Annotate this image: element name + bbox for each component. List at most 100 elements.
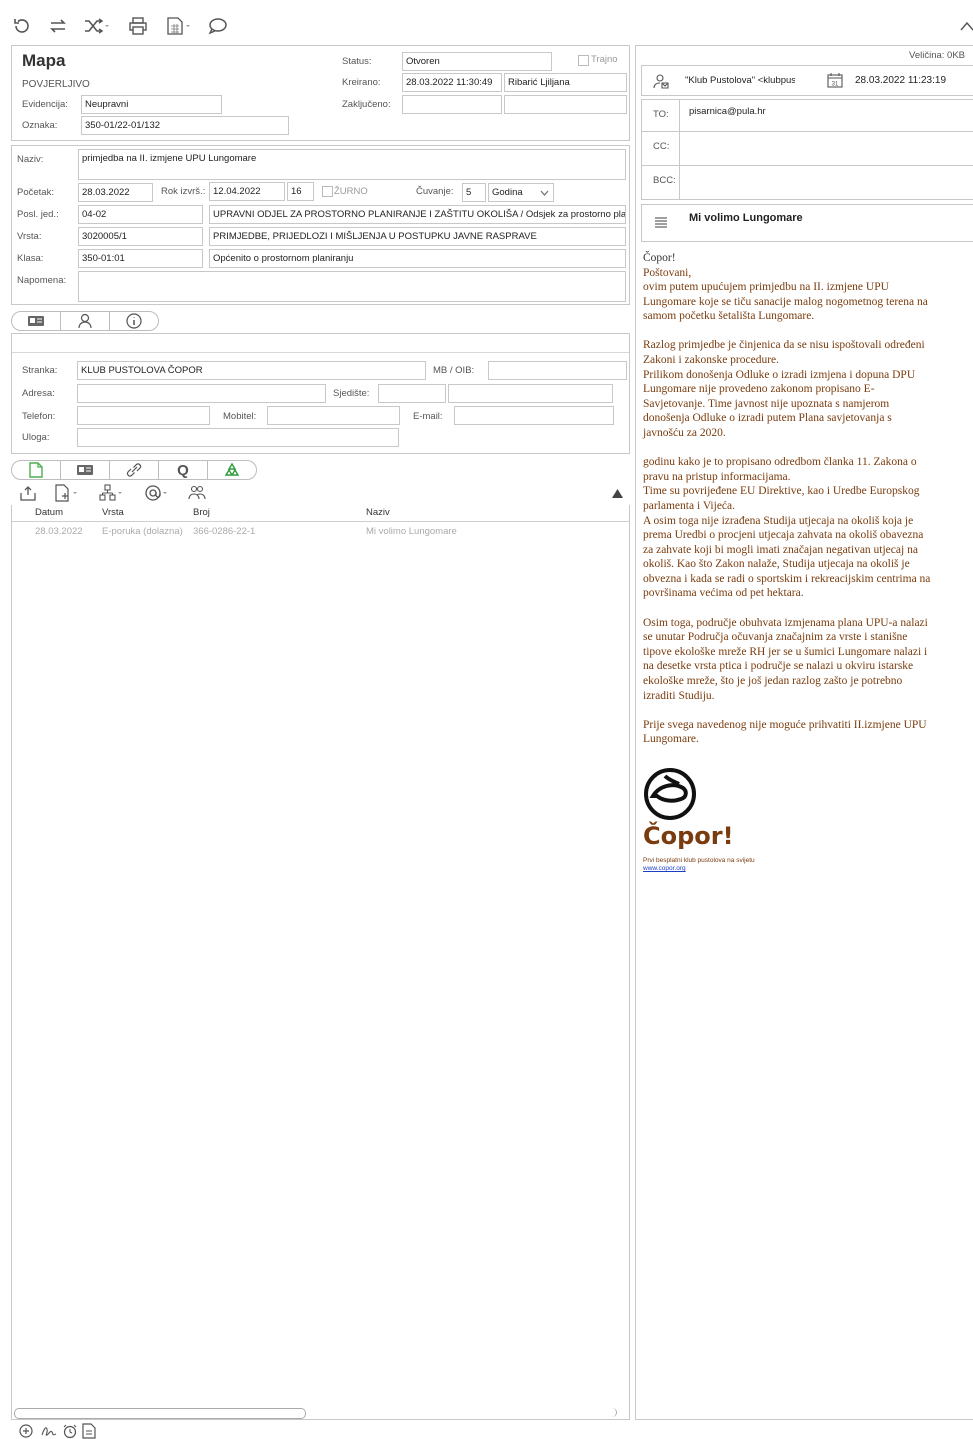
evidencija-field[interactable]: Neupravni (81, 95, 222, 114)
column-datum[interactable]: Datum (12, 505, 102, 521)
body-line: Lungomare nije provedeno zakonom propisa… (643, 383, 875, 396)
print-icon[interactable] (128, 16, 148, 36)
history-icon[interactable] (12, 16, 32, 36)
posl-code-field[interactable]: 04-02 (78, 205, 203, 224)
documents-toolbar (11, 482, 630, 504)
email-at-icon[interactable] (144, 484, 170, 502)
horizontal-scrollbar[interactable] (12, 1407, 617, 1419)
column-vrsta[interactable]: Vrsta (102, 505, 193, 521)
document-tabs: Q (11, 460, 257, 480)
cc-label: CC: (653, 141, 670, 152)
add-circle-icon[interactable] (18, 1423, 34, 1439)
comment-icon[interactable] (208, 17, 228, 35)
body-line: Prije svega navedenog nije moguće prihva… (643, 718, 927, 731)
napomena-field[interactable] (78, 271, 626, 302)
table-header-row: Datum Vrsta Broj Naziv (12, 505, 629, 521)
telefon-field[interactable] (77, 406, 210, 425)
sjediste-field[interactable] (378, 384, 446, 403)
collapse-icon[interactable] (960, 20, 973, 32)
mb-field[interactable] (488, 361, 627, 380)
zurno-checkbox[interactable] (322, 186, 333, 197)
cuvanje-unit-value: Godina (492, 187, 523, 198)
klasa-name-field[interactable]: Općenito o prostornom planiranju (209, 249, 626, 268)
email-from: "Klub Pustolova" <klubpustolova@copor.or… (685, 75, 795, 86)
rok-days-field[interactable]: 16 (287, 182, 314, 201)
posl-name-field[interactable]: UPRAVNI ODJEL ZA PROSTORNO PLANIRANJE I … (209, 205, 626, 224)
tab-doc-search[interactable]: Q (159, 461, 208, 479)
body-line: ovim putem upućujem primjedbu na II. izm… (643, 281, 889, 294)
uloga-field[interactable] (77, 428, 399, 447)
shuffle-icon[interactable] (84, 18, 110, 34)
posl-label: Posl. jed.: (17, 209, 59, 220)
column-naziv[interactable]: Naziv (366, 505, 629, 521)
tree-icon[interactable] (99, 484, 125, 502)
tab-party-info[interactable] (110, 312, 158, 330)
body-line: javnošću za 2020. (643, 427, 726, 440)
add-document-icon[interactable] (19, 485, 37, 501)
cuvanje-unit-select[interactable]: Godina (488, 183, 554, 202)
adresa-field[interactable] (77, 384, 326, 403)
oznaka-field[interactable]: 350-01/22-01/132 (81, 116, 289, 135)
table-icon[interactable] (166, 16, 192, 36)
body-line: tipove ekološke mreže RH jer se u šumici… (643, 645, 928, 658)
sort-up-icon[interactable] (612, 489, 623, 498)
cc-divider (679, 132, 680, 165)
scrollbar-thumb[interactable] (14, 1408, 306, 1419)
table-row[interactable]: 28.03.2022 E-poruka (dolazna) 366-0286-2… (12, 521, 629, 541)
pocetak-field[interactable]: 28.03.2022 (78, 183, 153, 202)
tab-documents[interactable] (12, 461, 61, 479)
main-toolbar (0, 0, 973, 40)
zakljuceno-field[interactable] (402, 95, 502, 114)
signature-link[interactable]: www.copor.org (643, 865, 686, 872)
naziv-field[interactable]: primjedba na II. izmjene UPU Lungomare (78, 149, 626, 180)
page-icon[interactable] (82, 1423, 96, 1439)
zakljuceno-user-field[interactable] (504, 95, 627, 114)
body-paragraph-2: Razlog primjedbe je činjenica da se nisu… (643, 338, 971, 440)
email-field[interactable] (454, 406, 614, 425)
transfer-icon[interactable] (48, 17, 68, 35)
body-line: ekološke mreže, što je još jedan razlog … (643, 674, 903, 687)
vrsta-code-field[interactable]: 3020005/1 (78, 227, 203, 246)
body-line: Savjetovanje. Time javnost nije upoznata… (643, 397, 890, 410)
column-broj[interactable]: Broj (193, 505, 366, 521)
tab-doc-links[interactable] (110, 461, 159, 479)
classification-label: POVJERLJIVO (22, 79, 90, 90)
alarm-clock-icon[interactable] (62, 1423, 78, 1439)
cuvanje-field[interactable]: 5 (462, 183, 486, 202)
sjediste-label: Sjedište: (333, 388, 370, 399)
to-value: pisarnica@pula.hr (689, 106, 766, 117)
new-document-icon[interactable] (54, 484, 80, 502)
email-subject-row: Mi volimo Lungomare (641, 204, 973, 242)
rok-field[interactable]: 12.04.2022 (209, 182, 285, 201)
mobitel-field[interactable] (267, 406, 400, 425)
body-line: Time su povrijeđene EU Direktive, kao i … (643, 485, 920, 498)
vrsta-name-field[interactable]: PRIMJEDBE, PRIJEDLOZI I MIŠLJENJA U POST… (209, 227, 626, 246)
body-line: Čopor! (643, 252, 676, 264)
trajno-checkbox[interactable] (578, 55, 589, 66)
tab-party-persons[interactable] (61, 312, 110, 330)
signature-icon[interactable] (40, 1423, 58, 1439)
scrollbar-track-end (610, 1408, 617, 1417)
klasa-code-field[interactable]: 350-01:01 (78, 249, 203, 268)
evidencija-label: Evidencija: (22, 99, 68, 110)
svg-text:31: 31 (832, 82, 839, 88)
sender-icon (653, 73, 669, 89)
party-panel-bar (12, 334, 629, 353)
body-paragraph-5: Prije svega navedenog nije moguće prihva… (643, 718, 971, 747)
kreirano-field[interactable]: 28.03.2022 11:30:49 (402, 73, 502, 92)
status-field[interactable]: Otvoren (402, 52, 552, 71)
uloga-label: Uloga: (22, 432, 50, 443)
body-line: Prilikom donošenja Odluke o izradi izmje… (643, 368, 916, 381)
tab-doc-recycle[interactable] (208, 461, 256, 479)
body-line: donošenja Odluke o izradi putem Plana sa… (643, 412, 892, 425)
case-details-panel: Naziv: primjedba na II. izmjene UPU Lung… (11, 145, 630, 305)
sjediste-name-field[interactable] (448, 384, 613, 403)
id-card-icon (27, 315, 45, 327)
tab-party-card[interactable] (12, 312, 61, 330)
stranka-field[interactable]: KLUB PUSTOLOVA ČOPOR (77, 361, 426, 380)
users-icon[interactable] (188, 484, 206, 502)
body-line: na desetke vrsta ptica i područje se nal… (643, 660, 914, 673)
kreirano-user-field[interactable]: Ribarić Ljiljana (504, 73, 627, 92)
tab-doc-card[interactable] (61, 461, 110, 479)
to-label: TO: (653, 109, 669, 120)
